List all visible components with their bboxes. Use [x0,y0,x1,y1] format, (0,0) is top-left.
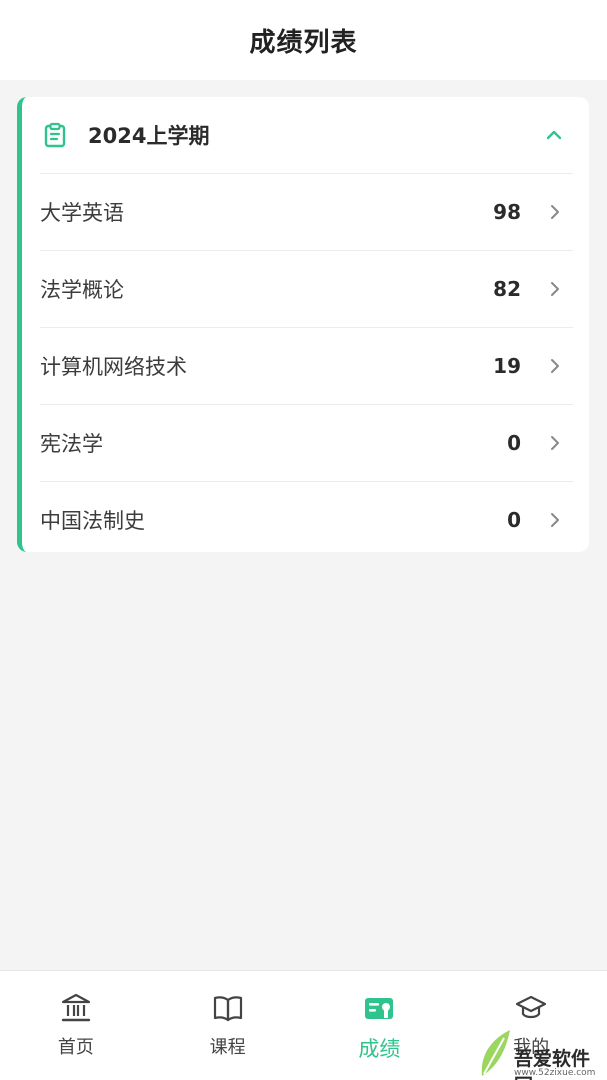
course-row-network[interactable]: 计算机网络技术 19 [22,328,589,404]
course-name: 计算机网络技术 [40,355,187,379]
course-name: 中国法制史 [40,509,145,533]
nav-courses[interactable]: 课程 [152,971,304,1080]
course-score: 82 [493,277,521,301]
nav-label: 课程 [209,1037,246,1058]
course-score: 19 [493,354,521,378]
course-score: 0 [507,508,521,532]
nav-grades[interactable]: 成绩 [304,971,456,1080]
course-row-legal-history[interactable]: 中国法制史 0 [22,482,589,552]
chevron-right-icon [547,356,563,376]
book-icon [211,991,245,1025]
chevron-up-icon[interactable] [543,124,565,146]
chevron-right-icon [547,510,563,530]
clipboard-icon [42,122,68,148]
course-name: 大学英语 [40,201,124,225]
course-row-law-intro[interactable]: 法学概论 82 [22,251,589,327]
course-name: 法学概论 [40,278,124,302]
course-score: 98 [493,200,521,224]
nav-label: 成绩 [358,1037,401,1061]
course-row-constitution[interactable]: 宪法学 0 [22,405,589,481]
course-score: 0 [507,431,521,455]
bank-icon [59,991,93,1025]
chevron-right-icon [547,433,563,453]
nav-home[interactable]: 首页 [0,971,152,1080]
app-header: 成绩列表 [0,0,607,80]
semester-header[interactable]: 2024上学期 [22,97,589,173]
grade-list-screen: 成绩列表 2024上学期 大学英语 98 法学概论 82 计算机网络技术 19 … [0,0,607,1080]
grade-card-icon [362,991,396,1025]
watermark-url: www.52zixue.com [514,1068,596,1078]
leaf-logo-icon [481,1030,510,1076]
chevron-right-icon [547,279,563,299]
semester-card: 2024上学期 大学英语 98 法学概论 82 计算机网络技术 19 宪法学 0… [17,97,589,552]
nav-label: 首页 [57,1037,94,1058]
course-name: 宪法学 [40,432,103,456]
semester-title: 2024上学期 [88,124,210,148]
watermark: 吾爱软件园 www.52zixue.com [476,1010,607,1080]
chevron-right-icon [547,202,563,222]
course-row-english[interactable]: 大学英语 98 [22,174,589,250]
page-title: 成绩列表 [249,27,358,58]
